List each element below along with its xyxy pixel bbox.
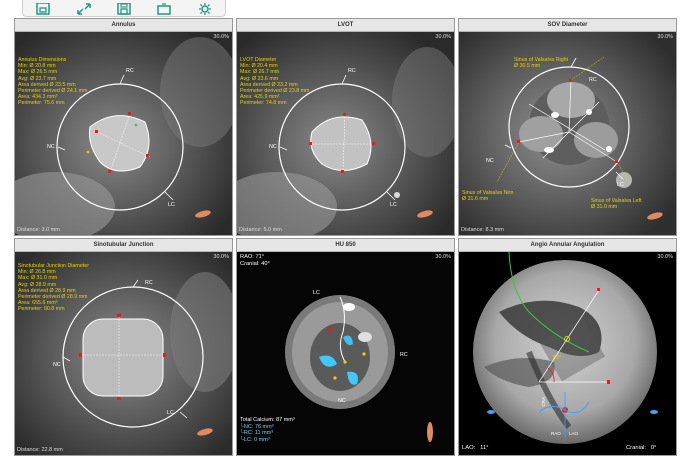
lc-label: LC [168, 202, 175, 208]
distance-readout: Distance: 8.3 mm [461, 227, 504, 233]
rc-label: RC [145, 280, 153, 286]
cranial-value: 0° [650, 445, 657, 451]
sinus-left-label: Sinus of Valsalva Left Ø 31.0 mm [591, 198, 642, 210]
sov-diameter-panel[interactable]: SOV Diameter Sinus of Valsalva Right Ø 3… [458, 18, 677, 236]
fit-to-window-button[interactable] [71, 1, 97, 15]
save-icon [36, 3, 50, 15]
lvot-measurements: LVOT Diameter Min: Ø 20.4 mm Max: Ø 26.7… [240, 57, 309, 107]
angio-image [459, 252, 676, 455]
view-angles: RAO: 71° Cranial: 40° [240, 254, 270, 268]
sinotubular-junction-panel[interactable]: Sinotubular Junction Sinotubular Junctio… [14, 238, 233, 456]
save-as-icon [117, 3, 131, 15]
gauge-cra-label: CRA [541, 397, 546, 407]
zoom-level: 30.0% [435, 34, 451, 40]
panel-title: Sinotubular Junction [15, 239, 232, 252]
lc-label: LC [390, 202, 397, 208]
measure-line: Perimeter: 74.8 mm [240, 100, 287, 107]
export-icon [157, 3, 172, 15]
lao-label: LAO: [462, 445, 476, 451]
panel-title: Annulus [15, 19, 232, 32]
rao-readout: RAO: 71° [240, 254, 265, 260]
zoom-level: 30.0% [657, 34, 673, 40]
zoom-level: 30.0% [657, 254, 673, 260]
zoom-level: 30.0% [213, 254, 229, 260]
panel-title: SOV Diameter [459, 19, 676, 32]
lc-label: LC [617, 182, 624, 188]
panel-title: LVOT [237, 19, 454, 32]
distance-readout: Distance: 5.0 mm [239, 227, 282, 233]
sinus-non-label: Sinus of Valsalva Non Ø 31.6 mm [462, 190, 513, 202]
sinus-right-text: Sinus of Valsalva Right Ø 30.5 mm [514, 57, 569, 70]
gauge-lao-label: LAO [569, 431, 579, 436]
stj-measurements: Sinotubular Junction Diameter Min: Ø 26.… [18, 263, 89, 313]
calcium-summary: Total Calcium: 87 mm³ └NC: 76 mm³ └RC: 1… [240, 417, 295, 443]
lc-label: LC [313, 290, 320, 296]
annulus-measurements: Annulus Dimensions Min: Ø 20.8 mm Max: Ø… [18, 57, 87, 107]
nc-label: NC [269, 144, 277, 150]
hu-850-panel[interactable]: HU 850 RAO: 71° Cranial: 40° 30.0% LC RC… [236, 238, 455, 456]
nc-label: NC [47, 144, 55, 150]
zoom-level: 30.0% [435, 254, 451, 260]
cranial-label: Cranial: [626, 445, 646, 451]
rc-label: RC [400, 352, 408, 358]
distance-readout: Distance: 22.8 mm [17, 447, 63, 453]
cranial-angle-readout: Cranial: 0° [626, 445, 656, 451]
toolbar [22, 0, 226, 17]
save-as-button[interactable] [111, 1, 137, 15]
sinus-right-label: Sinus of Valsalva Right Ø 30.5 mm [514, 57, 568, 69]
lc-calcium: └LC: 0 mm³ [240, 436, 270, 443]
measure-line: Perimeter: 90.8 mm [18, 306, 65, 313]
ct-viewport[interactable]: Sinus of Valsalva Right Ø 30.5 mm Sinus … [459, 32, 676, 235]
panel-title: HU 850 [237, 239, 454, 252]
sinus-non-text: Sinus of Valsalva Non Ø 31.6 mm [462, 190, 514, 203]
lao-readout: LAO: 11° [462, 445, 488, 451]
calcium-viewport[interactable]: RAO: 71° Cranial: 40° 30.0% LC RC NC Tot… [237, 252, 454, 455]
gauge-rao-label: RAO [551, 431, 561, 436]
lvot-panel[interactable]: LVOT LVOT Diameter Min: Ø 20.4 mm Max: Ø… [236, 18, 455, 236]
ct-viewport[interactable]: Annulus Dimensions Min: Ø 20.8 mm Max: Ø… [15, 32, 232, 235]
measure-line: Perimeter: 75.6 mm [18, 100, 65, 107]
nc-label: NC [338, 398, 346, 404]
panel-title: Angio Annular Angulation [459, 239, 676, 252]
settings-icon [198, 3, 211, 15]
angio-viewport[interactable]: 30.0% 53° CRA RAO LAO LAO: 11° Cranial: … [459, 252, 676, 455]
angio-annular-angulation-panel[interactable]: Angio Annular Angulation 30.0% 53° CRA R… [458, 238, 677, 456]
rc-label: RC [589, 77, 597, 83]
nc-label: NC [53, 362, 61, 368]
angle-readout: 53° [553, 355, 562, 361]
lc-label: LC [167, 410, 174, 416]
ct-viewport[interactable]: Sinotubular Junction Diameter Min: Ø 26.… [15, 252, 232, 455]
nc-label: NC [486, 158, 494, 164]
lao-value: 11° [480, 445, 489, 451]
zoom-level: 30.0% [213, 34, 229, 40]
distance-readout: Distance: 3.0 mm [17, 227, 60, 233]
sinus-left-text: Sinus of Valsalva Left Ø 31.0 mm [591, 198, 642, 211]
fit-to-window-icon [76, 3, 91, 15]
settings-button[interactable] [192, 1, 218, 15]
cranial-readout: Cranial: 40° [240, 261, 270, 267]
total-calcium: Total Calcium: 87 mm³ [240, 417, 295, 423]
annulus-panel[interactable]: Annulus Annulus Dimensions Min: Ø 20.8 m… [14, 18, 233, 236]
export-button[interactable] [151, 1, 177, 15]
rc-label: RC [126, 68, 134, 74]
ct-viewport[interactable]: LVOT Diameter Min: Ø 20.4 mm Max: Ø 26.7… [237, 32, 454, 235]
save-button[interactable] [30, 1, 56, 15]
rc-label: RC [348, 68, 356, 74]
